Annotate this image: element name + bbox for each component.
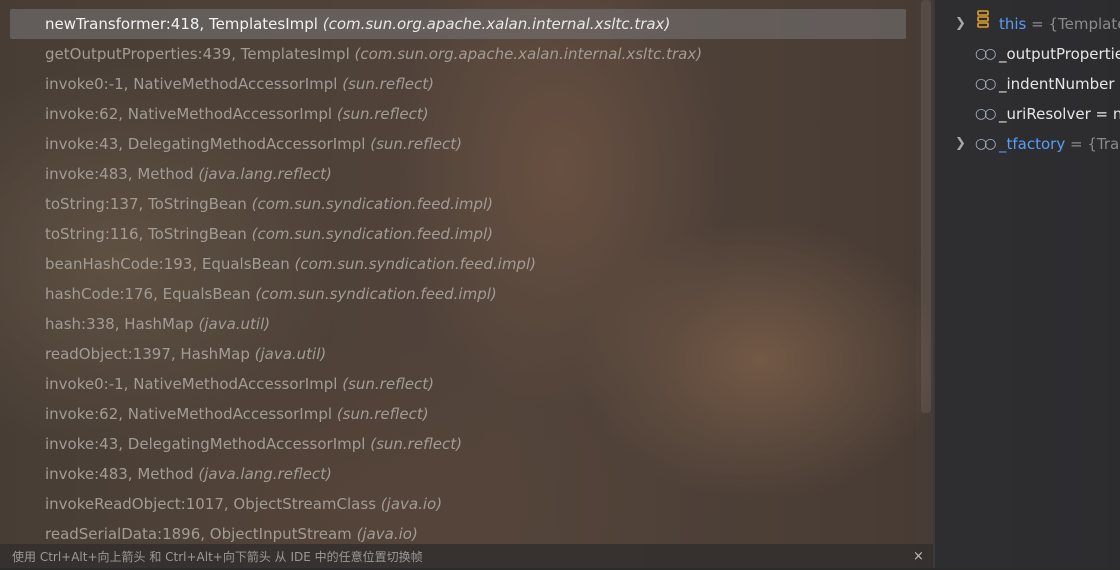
frame-method: invoke:483, Method (45, 465, 194, 483)
variable-row-this[interactable]: ❯ this = {Template (935, 9, 1120, 39)
frame-row[interactable]: readObject:1397, HashMap (java.util) (10, 339, 906, 369)
variable-row-tfactory[interactable]: ❯ ○○ _tfactory = {Tran (935, 129, 1120, 159)
frames-panel: newTransformer:418, TemplatesImpl (com.s… (0, 0, 916, 544)
frame-row[interactable]: invoke:62, NativeMethodAccessorImpl (sun… (10, 99, 906, 129)
frame-row[interactable]: toString:116, ToStringBean (com.sun.synd… (10, 219, 906, 249)
frame-package: (sun.reflect) (336, 405, 429, 423)
frame-package: (sun.reflect) (342, 75, 434, 93)
frame-method: invoke0:-1, NativeMethodAccessorImpl (45, 75, 338, 93)
variable-value: = {Template (1026, 15, 1120, 33)
frame-method: readObject:1397, HashMap (45, 345, 250, 363)
frame-method: getOutputProperties:439, TemplatesImpl (45, 45, 350, 63)
variable-name: _uriResolver = nu (999, 99, 1120, 129)
frame-package: (sun.reflect) (370, 135, 462, 153)
frame-package: (sun.reflect) (370, 435, 462, 453)
status-hint-bar: 使用 Ctrl+Alt+向上箭头 和 Ctrl+Alt+向下箭头 从 IDE 中… (0, 544, 933, 568)
frame-row[interactable]: invoke0:-1, NativeMethodAccessorImpl (su… (10, 69, 906, 99)
frame-method: beanHashCode:193, EqualsBean (45, 255, 290, 273)
frame-method: invoke:483, Method (45, 165, 194, 183)
variable-name: _indentNumber (999, 75, 1115, 93)
frame-package: (com.sun.syndication.feed.impl) (294, 255, 536, 273)
frame-method: hashCode:176, EqualsBean (45, 285, 251, 303)
frame-package: (java.util) (254, 345, 327, 363)
frame-package: (com.sun.syndication.feed.impl) (251, 195, 494, 213)
frame-row[interactable]: readSerialData:1896, ObjectInputStream (… (10, 519, 906, 544)
navigation-hint-text: 使用 Ctrl+Alt+向上箭头 和 Ctrl+Alt+向下箭头 从 IDE 中… (12, 550, 423, 564)
frame-row[interactable]: invoke:483, Method (java.lang.reflect) (10, 159, 906, 189)
frame-package: (com.sun.syndication.feed.impl) (251, 225, 494, 243)
variable-value: = {Tran (1069, 135, 1120, 153)
variable-row[interactable]: ○○ _outputPropertie (935, 39, 1120, 69)
chevron-right-icon[interactable]: ❯ (955, 129, 966, 159)
frame-method: invoke:43, DelegatingMethodAccessorImpl (45, 135, 366, 153)
variable-name: _tfactory = {Tran (999, 129, 1120, 159)
frame-package: (java.util) (198, 315, 271, 333)
frame-package: (java.io) (356, 525, 418, 543)
frame-row[interactable]: invoke:62, NativeMethodAccessorImpl (sun… (10, 399, 906, 429)
frame-row[interactable]: hashCode:176, EqualsBean (com.sun.syndic… (10, 279, 906, 309)
frame-row[interactable]: invoke:43, DelegatingMethodAccessorImpl … (10, 129, 906, 159)
frame-method: hash:338, HashMap (45, 315, 194, 333)
field-icon: ○○ (975, 46, 996, 62)
object-stack-icon (975, 9, 997, 39)
frame-method: invoke:62, NativeMethodAccessorImpl (45, 105, 333, 123)
frame-row[interactable]: newTransformer:418, TemplatesImpl (com.s… (10, 9, 906, 39)
frames-scrollbar[interactable] (921, 0, 931, 413)
frame-row[interactable]: hash:338, HashMap (java.util) (10, 309, 906, 339)
frame-method: readSerialData:1896, ObjectInputStream (45, 525, 352, 543)
field-icon: ○○ (975, 106, 996, 122)
frame-row[interactable]: beanHashCode:193, EqualsBean (com.sun.sy… (10, 249, 906, 279)
variable-name: _outputPropertie (999, 45, 1120, 63)
frame-package: (java.lang.reflect) (198, 165, 332, 183)
frame-method: newTransformer:418, TemplatesImpl (45, 15, 318, 33)
frame-row[interactable]: invoke0:-1, NativeMethodAccessorImpl (su… (10, 369, 906, 399)
variable-value: = nu (1095, 105, 1120, 123)
frame-method: toString:116, ToStringBean (45, 225, 247, 243)
variable-row[interactable]: ○○ _indentNumber (935, 69, 1120, 99)
frame-package: (sun.reflect) (342, 375, 434, 393)
field-icon: ○○ (975, 76, 996, 92)
frame-package: (sun.reflect) (336, 105, 429, 123)
close-icon[interactable]: × (913, 544, 924, 570)
frame-method: toString:137, ToStringBean (45, 195, 247, 213)
frame-package: (com.sun.syndication.feed.impl) (255, 285, 497, 303)
frame-method: invoke0:-1, NativeMethodAccessorImpl (45, 375, 338, 393)
variables-panel: ❯ this = {Template ○○ _outputPropertie ○… (935, 0, 1120, 568)
frame-method: invoke:43, DelegatingMethodAccessorImpl (45, 435, 366, 453)
frame-package: (java.lang.reflect) (198, 465, 332, 483)
frame-package: (com.sun.org.apache.xalan.internal.xsltc… (354, 45, 703, 63)
frame-row[interactable]: toString:137, ToStringBean (com.sun.synd… (10, 189, 906, 219)
variable-name: this = {Template (999, 9, 1120, 39)
frame-row[interactable]: invoke:483, Method (java.lang.reflect) (10, 459, 906, 489)
frame-row[interactable]: invoke:43, DelegatingMethodAccessorImpl … (10, 429, 906, 459)
frame-package: (java.io) (380, 495, 443, 513)
frame-method: invoke:62, NativeMethodAccessorImpl (45, 405, 333, 423)
frame-row[interactable]: invokeReadObject:1017, ObjectStreamClass… (10, 489, 906, 519)
variable-row[interactable]: ○○ _uriResolver = nu (935, 99, 1120, 129)
chevron-right-icon[interactable]: ❯ (955, 9, 966, 39)
frame-method: invokeReadObject:1017, ObjectStreamClass (45, 495, 377, 513)
frame-package: (com.sun.org.apache.xalan.internal.xsltc… (322, 15, 671, 33)
field-icon: ○○ (975, 136, 996, 152)
frame-row[interactable]: getOutputProperties:439, TemplatesImpl (… (10, 39, 906, 69)
